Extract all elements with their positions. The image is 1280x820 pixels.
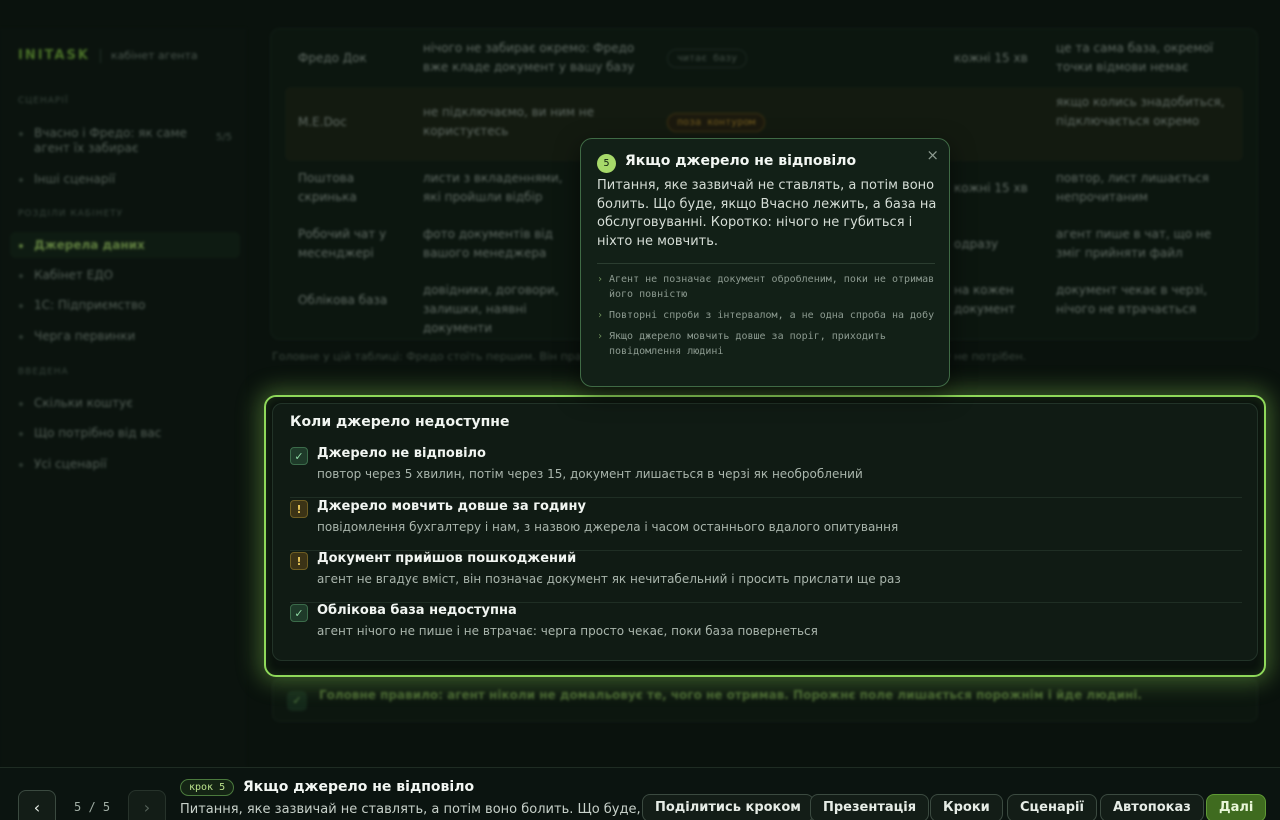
list-item: ! Документ прийшов пошкоджений агент не … <box>290 551 1242 603</box>
check-icon: ✓ <box>290 604 308 622</box>
sidebar-item-all-scenarios[interactable]: Усі сценарії <box>10 451 240 477</box>
brand: INITASK кабінет агента <box>18 48 198 63</box>
list-item: ✓ Джерело не відповіло повтор через 5 хв… <box>290 446 1242 498</box>
list-item: Повторні спроби з інтервалом, а не одна … <box>597 308 939 323</box>
bottom-bar: ‹ 5 / 5 › крок 5 Якщо джерело не відпові… <box>0 767 1280 820</box>
check-icon: ✓ <box>287 691 307 711</box>
table-cell-frequency: кожні 15 хв <box>954 51 1028 65</box>
table-cell-failure: це та сама база, окремої точки відмови н… <box>1056 41 1214 74</box>
table-cell-name: Облікова база <box>298 293 388 307</box>
table-cell-desc: довідники, договори, залишки, наявні док… <box>423 283 559 335</box>
item-description: повтор через 5 хвилин, потім через 15, д… <box>317 467 863 481</box>
next-button[interactable]: Далі <box>1206 794 1267 820</box>
sidebar-item-requirements[interactable]: Що потрібно від вас <box>10 420 240 446</box>
sidebar-item-queue[interactable]: Черга первинки <box>10 323 240 349</box>
step-title: Якщо джерело не відповіло <box>243 779 475 795</box>
share-step-button[interactable]: Поділитись кроком <box>642 794 814 820</box>
table-cell-failure: якщо колись знадобиться, підключається о… <box>1056 95 1225 128</box>
next-step-button[interactable]: › <box>128 790 166 820</box>
sidebar: INITASK кабінет агента СЦЕНАРІЇ Вчасно і… <box>0 28 246 768</box>
main-rule-banner: ✓ Головне правило: агент ніколи не домал… <box>272 678 1258 722</box>
table-cell-failure: агент пише в чат, що не зміг прийняти фа… <box>1056 227 1212 260</box>
sidebar-item-cost[interactable]: Скільки коштує <box>10 390 240 416</box>
brand-divider <box>99 48 101 63</box>
table-cell-name: M.E.Doc <box>298 115 347 129</box>
table-cell-name: Фредо Док <box>298 51 367 65</box>
list-item: Якщо джерело мовчить довше за поріг, при… <box>597 329 939 359</box>
table-cell-frequency: кожні 15 хв <box>954 181 1028 195</box>
item-description: повідомлення бухгалтеру і нам, з назвою … <box>317 520 899 534</box>
scenarios-button[interactable]: Сценарії <box>1007 794 1097 820</box>
table-cell-frequency: одразу <box>954 237 999 251</box>
item-description: агент не вгадує вміст, він позначає доку… <box>317 572 901 586</box>
item-heading: Облікова база недоступна <box>317 603 517 618</box>
sidebar-item-scenario[interactable]: Вчасно і Фредо: як саме агент їх забирає… <box>10 120 240 162</box>
table-cell-failure: повтор, лист лишається непрочитаним <box>1056 171 1209 204</box>
brand-subtitle: кабінет агента <box>110 49 198 62</box>
table-cell-desc: нічого не забирає окремо: Фредо вже клад… <box>423 41 635 74</box>
sidebar-item-other-scenarios[interactable]: Інші сценарії <box>10 166 240 192</box>
step-popover: 5 Якщо джерело не відповіло × Питання, я… <box>580 138 950 387</box>
check-icon: ✓ <box>290 447 308 465</box>
main-rule-text: Головне правило: агент ніколи не домальо… <box>319 688 1142 702</box>
sidebar-item-1c[interactable]: 1С: Підприємство <box>10 292 240 318</box>
popover-divider <box>597 263 935 264</box>
table-row: Фредо Док нічого не забирає окремо: Фред… <box>285 33 1243 85</box>
sidebar-section-intro: ВВЕДЕНА <box>18 367 69 377</box>
step-description: Питання, яке зазвичай не ставлять, а пот… <box>180 802 641 817</box>
table-cell-frequency: на кожен документ <box>954 283 1016 316</box>
table-cell-name: Робочий чат у месенджері <box>298 227 387 260</box>
sidebar-item-label: Вчасно і Фредо: як саме агент їх забирає <box>34 126 187 155</box>
step-number-badge: 5 <box>597 154 616 173</box>
table-cell-desc: не підключаємо, ви ним не користуєтесь <box>423 105 595 138</box>
table-cell-desc: листи з вкладеннями, які пройшли відбір <box>423 171 563 204</box>
close-icon[interactable]: × <box>926 146 939 164</box>
item-description: агент нічого не пише і не втрачає: черга… <box>317 624 818 638</box>
table-tag: поза контуром <box>667 113 766 132</box>
popover-body: Питання, яке зазвичай не ставлять, а пот… <box>597 178 937 249</box>
popover-list: Агент не позначає документ обробленим, п… <box>597 272 939 365</box>
item-heading: Джерело не відповіло <box>317 446 486 461</box>
list-item: ✓ Облікова база недоступна агент нічого … <box>290 603 1242 655</box>
sidebar-item-edo[interactable]: Кабінет ЕДО <box>10 262 240 288</box>
sidebar-item-data-sources[interactable]: Джерела даних <box>10 232 240 258</box>
table-cell-failure: документ чекає в черзі, нічого не втрача… <box>1056 283 1208 316</box>
sidebar-item-count: 5/5 <box>215 132 232 143</box>
table-tag: читає базу <box>667 49 748 68</box>
list-item: ! Джерело мовчить довше за годину повідо… <box>290 499 1242 551</box>
autoplay-button[interactable]: Автопоказ <box>1100 794 1204 820</box>
list-item: Агент не позначає документ обробленим, п… <box>597 272 939 302</box>
table-cell-name: Поштова скринька <box>298 171 357 204</box>
presentation-button[interactable]: Презентація <box>810 794 930 820</box>
steps-button[interactable]: Кроки <box>930 794 1003 820</box>
step-counter: 5 / 5 <box>74 800 111 814</box>
sidebar-section-scenarios: СЦЕНАРІЇ <box>18 96 69 106</box>
card-title: Коли джерело недоступне <box>290 414 510 430</box>
item-heading: Документ прийшов пошкоджений <box>317 551 577 566</box>
sidebar-section-cabinet: РОЗДІЛИ КАБІНЕТУ <box>18 209 124 219</box>
popover-title: Якщо джерело не відповіло <box>625 153 857 169</box>
table-cell-desc: фото документів від вашого менеджера <box>423 227 553 260</box>
warning-icon: ! <box>290 552 308 570</box>
step-badge: крок 5 <box>180 779 235 796</box>
warning-icon: ! <box>290 500 308 518</box>
prev-step-button[interactable]: ‹ <box>18 790 56 820</box>
item-heading: Джерело мовчить довше за годину <box>317 499 586 514</box>
unavailable-source-card: Коли джерело недоступне ✓ Джерело не від… <box>272 403 1258 661</box>
brand-logo: INITASK <box>18 48 90 63</box>
